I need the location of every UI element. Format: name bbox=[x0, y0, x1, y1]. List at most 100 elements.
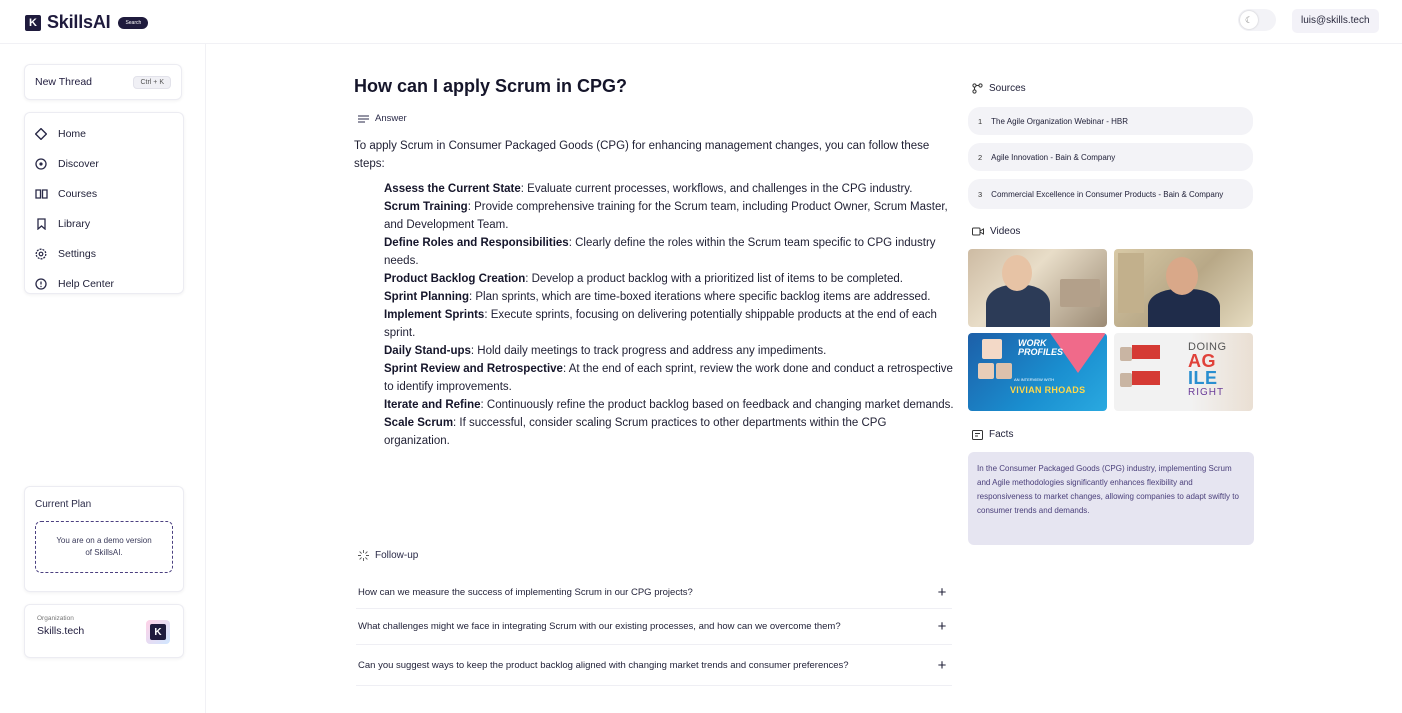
sidebar: New Thread Ctrl + K Home Discover Course… bbox=[0, 44, 206, 713]
facts-label: Facts bbox=[989, 429, 1014, 440]
sources-label: Sources bbox=[989, 83, 1026, 94]
video-background-object bbox=[1118, 253, 1144, 313]
source-item[interactable]: 3 Commercial Excellence in Consumer Prod… bbox=[968, 179, 1253, 209]
source-number: 2 bbox=[978, 152, 983, 162]
video-person-head bbox=[1002, 255, 1032, 291]
source-item[interactable]: 1 The Agile Organization Webinar - HBR bbox=[968, 107, 1253, 135]
new-thread-label: New Thread bbox=[35, 76, 93, 88]
organization-card[interactable]: Organization Skills.tech K bbox=[24, 604, 184, 658]
step-title: Product Backlog Creation bbox=[384, 273, 526, 285]
step-title: Sprint Planning bbox=[384, 291, 469, 303]
facts-header: Facts bbox=[972, 429, 1013, 440]
plus-icon[interactable]: + bbox=[934, 619, 950, 634]
source-number: 3 bbox=[978, 189, 983, 199]
sparkle-icon bbox=[358, 550, 369, 561]
brand-badge: Search bbox=[118, 16, 149, 29]
step-text: : If successful, consider scaling Scrum … bbox=[384, 417, 887, 447]
list-item: Implement Sprints: Execute sprints, focu… bbox=[384, 306, 954, 342]
video-book-line: ILE bbox=[1188, 368, 1218, 388]
followup-item[interactable]: What challenges might we face in integra… bbox=[356, 609, 952, 645]
list-item: Sprint Planning: Plan sprints, which are… bbox=[384, 288, 954, 306]
sidebar-item-help-center[interactable]: Help Center bbox=[25, 269, 183, 299]
video-portrait bbox=[1120, 373, 1132, 387]
answer-steps: Assess the Current State: Evaluate curre… bbox=[384, 180, 954, 450]
step-text: : Hold daily meetings to track progress … bbox=[470, 345, 827, 357]
list-item: Scale Scrum: If successful, consider sca… bbox=[384, 414, 954, 450]
source-title: The Agile Organization Webinar - HBR bbox=[991, 116, 1128, 126]
videos-header: Videos bbox=[972, 226, 1020, 237]
discover-icon bbox=[34, 157, 48, 171]
followup-item[interactable]: How can we measure the success of implem… bbox=[356, 576, 952, 609]
video-thumbnail[interactable]: DOING AG ILE RIGHT bbox=[1114, 333, 1253, 411]
step-title: Scrum Training bbox=[384, 201, 468, 213]
video-graphic bbox=[1132, 345, 1160, 359]
video-background-object bbox=[1060, 279, 1100, 307]
video-person bbox=[986, 285, 1050, 327]
step-title: Sprint Review and Retrospective bbox=[384, 363, 563, 375]
facts-icon bbox=[972, 429, 983, 440]
sidebar-item-label: Library bbox=[58, 218, 91, 230]
book-icon bbox=[34, 187, 48, 201]
home-icon bbox=[34, 127, 48, 141]
gear-icon bbox=[34, 247, 48, 261]
step-title: Define Roles and Responsibilities bbox=[384, 237, 569, 249]
sidebar-item-label: Courses bbox=[58, 188, 98, 200]
video-portrait bbox=[996, 363, 1012, 379]
list-item: Scrum Training: Provide comprehensive tr… bbox=[384, 198, 954, 234]
video-name-text: VIVIAN RHOADS bbox=[1010, 385, 1086, 395]
video-book-cover: DOING AG ILE RIGHT bbox=[1188, 341, 1227, 399]
video-person-head bbox=[1166, 257, 1198, 295]
sidebar-item-home[interactable]: Home bbox=[25, 119, 183, 149]
sidebar-item-label: Discover bbox=[58, 158, 99, 170]
step-title: Daily Stand-ups bbox=[384, 345, 471, 357]
sidebar-item-settings[interactable]: Settings bbox=[25, 239, 183, 269]
step-title: Iterate and Refine bbox=[384, 399, 481, 411]
followup-text: How can we measure the success of implem… bbox=[358, 586, 693, 598]
page-title: How can I apply Scrum in CPG? bbox=[354, 76, 628, 96]
plan-notice[interactable]: You are on a demo version of SkillsAI. bbox=[35, 521, 173, 573]
moon-icon: ☾ bbox=[1240, 11, 1258, 29]
org-logo-icon: K bbox=[150, 624, 166, 640]
video-thumbnail[interactable] bbox=[968, 249, 1107, 327]
help-icon bbox=[34, 277, 48, 291]
video-graphic bbox=[1132, 371, 1160, 385]
plus-icon[interactable]: + bbox=[934, 658, 950, 673]
list-item: Iterate and Refine: Continuously refine … bbox=[384, 396, 954, 414]
source-title: Agile Innovation - Bain & Company bbox=[991, 152, 1116, 162]
video-thumbnail[interactable]: WORK PROFILES AN INTERVIEW WITH VIVIAN R… bbox=[968, 333, 1107, 411]
sidebar-nav: Home Discover Courses Library Settings H… bbox=[24, 112, 184, 294]
source-item[interactable]: 2 Agile Innovation - Bain & Company bbox=[968, 143, 1253, 171]
sidebar-item-label: Home bbox=[58, 128, 87, 140]
followup-header: Follow-up bbox=[358, 550, 418, 561]
sidebar-item-courses[interactable]: Courses bbox=[25, 179, 183, 209]
brand-name: SkillsAI bbox=[47, 12, 111, 32]
source-number: 1 bbox=[978, 116, 983, 126]
step-text: : Plan sprints, which are time-boxed ite… bbox=[468, 291, 931, 303]
answer-header: Answer bbox=[358, 113, 407, 124]
sidebar-item-discover[interactable]: Discover bbox=[25, 149, 183, 179]
answer-intro: To apply Scrum in Consumer Packaged Good… bbox=[354, 140, 930, 170]
sidebar-item-label: Help Center bbox=[58, 278, 115, 290]
facts-card: In the Consumer Packaged Goods (CPG) ind… bbox=[968, 452, 1254, 545]
theme-toggle[interactable]: ☾ bbox=[1238, 9, 1276, 31]
answer-lines-icon bbox=[358, 114, 369, 123]
plus-icon[interactable]: + bbox=[934, 585, 950, 600]
video-camera-icon bbox=[972, 227, 984, 236]
new-thread-button[interactable]: New Thread Ctrl + K bbox=[24, 64, 182, 100]
followup-item[interactable]: Can you suggest ways to keep the product… bbox=[356, 645, 952, 686]
sidebar-item-label: Settings bbox=[58, 248, 96, 260]
video-thumbnail[interactable] bbox=[1114, 249, 1253, 327]
list-item: Define Roles and Responsibilities: Clear… bbox=[384, 234, 954, 270]
list-item: Product Backlog Creation: Develop a prod… bbox=[384, 270, 954, 288]
plan-title: Current Plan bbox=[35, 499, 92, 510]
logo[interactable]: K SkillsAI Search bbox=[25, 12, 149, 33]
sources-icon bbox=[972, 83, 983, 94]
followup-text: Can you suggest ways to keep the product… bbox=[358, 659, 849, 671]
top-bar: K SkillsAI Search ☾ luis@skills.tech bbox=[0, 0, 1402, 44]
step-title: Assess the Current State bbox=[384, 183, 521, 195]
shortcut-badge: Ctrl + K bbox=[133, 75, 171, 89]
sidebar-item-library[interactable]: Library bbox=[25, 209, 183, 239]
step-text: : Develop a product backlog with a prior… bbox=[525, 273, 903, 285]
user-menu-button[interactable]: luis@skills.tech bbox=[1292, 9, 1379, 33]
logo-mark-icon: K bbox=[25, 14, 41, 31]
